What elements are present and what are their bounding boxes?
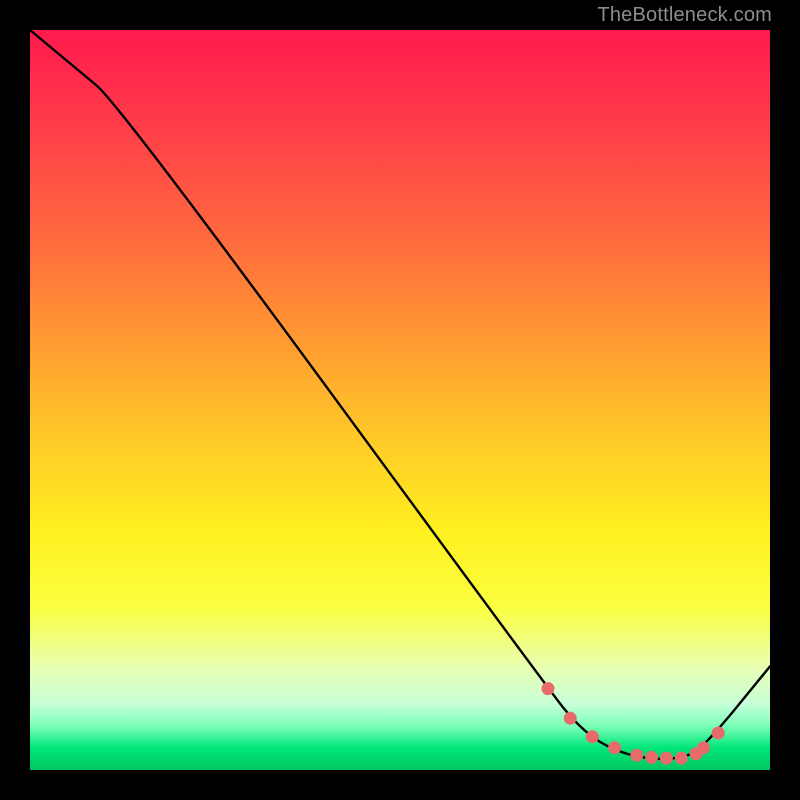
chart-stage: TheBottleneck.com <box>0 0 800 800</box>
marker-dot <box>586 730 599 743</box>
marker-dot <box>712 727 725 740</box>
marker-dot <box>608 741 621 754</box>
marker-dot <box>645 751 658 764</box>
chart-svg <box>30 30 770 770</box>
marker-dot <box>675 752 688 765</box>
marker-dot <box>630 749 643 762</box>
marker-dot <box>660 752 673 765</box>
highlight-markers <box>542 682 725 765</box>
watermark-text: TheBottleneck.com <box>597 4 772 27</box>
plot-area <box>30 30 770 770</box>
marker-dot <box>542 682 555 695</box>
marker-dot <box>564 712 577 725</box>
curve-line <box>30 30 770 759</box>
marker-dot <box>697 741 710 754</box>
